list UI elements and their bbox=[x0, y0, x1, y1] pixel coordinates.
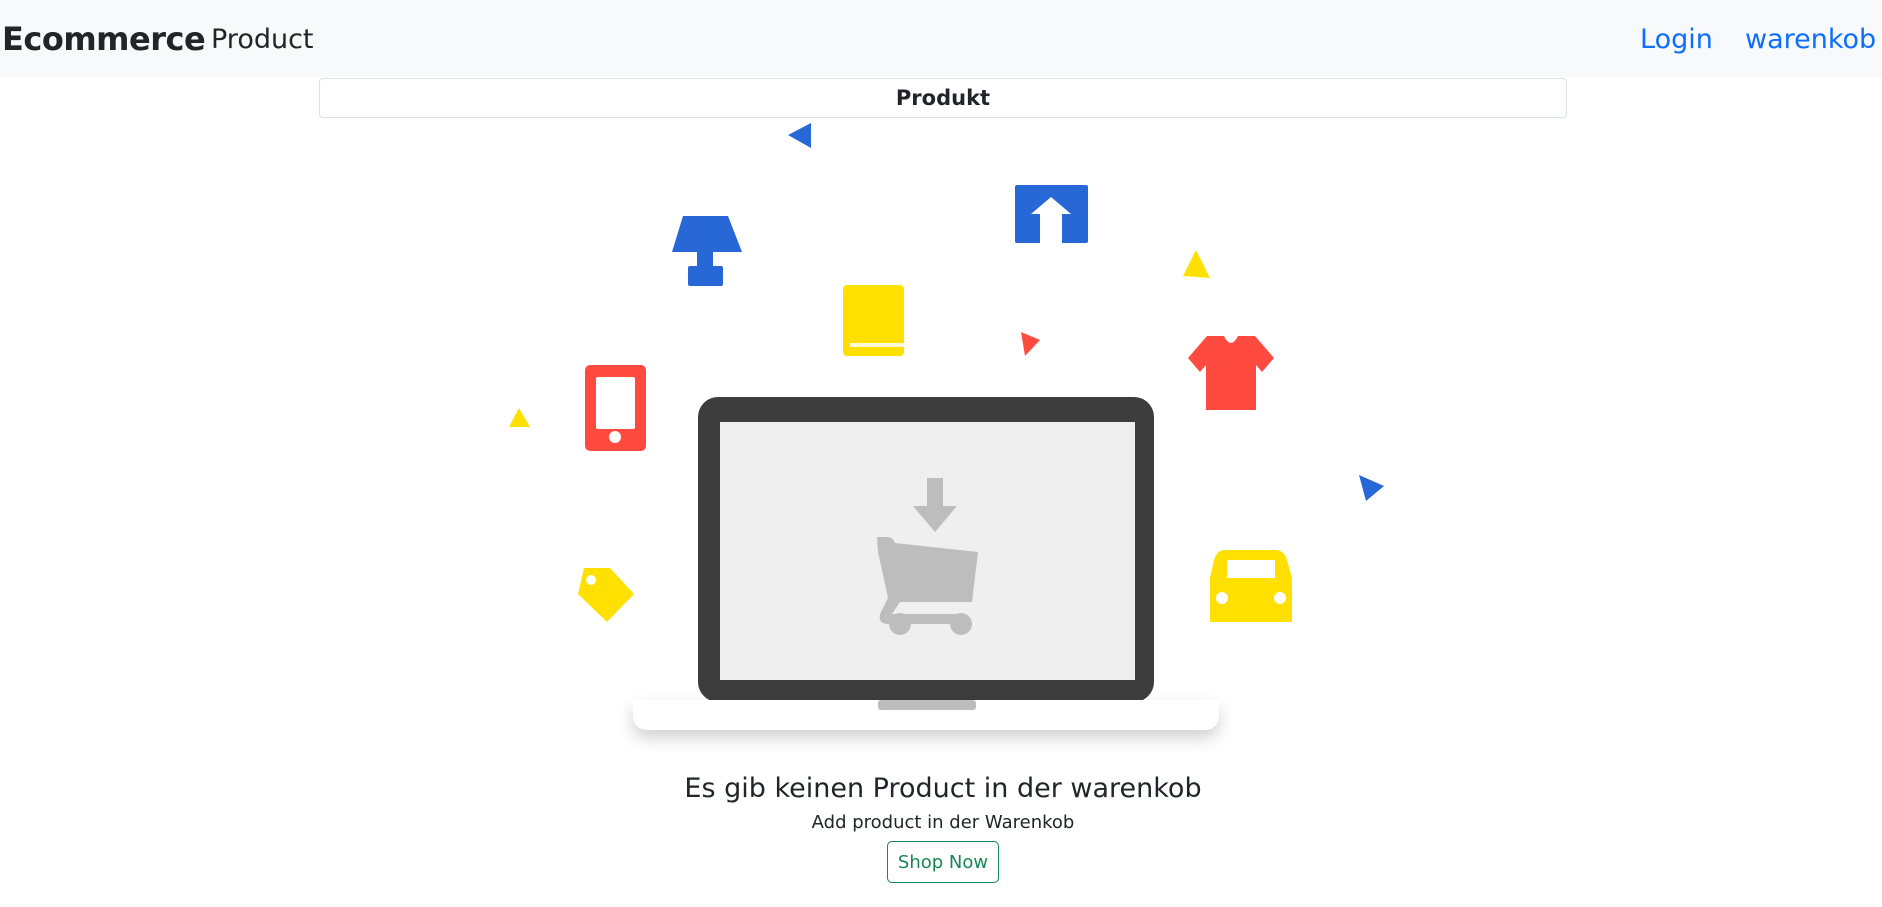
card-header: Produkt bbox=[319, 78, 1567, 118]
red-triangle-center bbox=[1021, 332, 1040, 356]
price-tag-icon bbox=[578, 568, 634, 622]
brand-logo[interactable]: Ecommerce bbox=[2, 20, 206, 58]
phone-icon bbox=[585, 365, 646, 451]
tshirt-icon bbox=[1188, 336, 1274, 410]
empty-cart-subtitle: Add product in der Warenkob bbox=[811, 812, 1075, 833]
car-icon bbox=[1210, 550, 1292, 622]
empty-cart-title: Es gib keinen Product in der warenkob bbox=[684, 773, 1202, 804]
yellow-triangle-left bbox=[509, 408, 530, 427]
shopping-cart-icon bbox=[877, 478, 978, 635]
top-navbar: Ecommerce Product Login warenkob bbox=[0, 0, 1882, 77]
nav-link-product[interactable]: Product bbox=[211, 24, 314, 55]
empty-cart-illustration bbox=[509, 123, 1384, 730]
shop-now-button[interactable]: Shop Now bbox=[887, 841, 999, 883]
lamp-icon bbox=[672, 216, 742, 286]
nav-link-cart[interactable]: warenkob bbox=[1745, 24, 1876, 55]
blue-triangle-top bbox=[788, 123, 811, 148]
laptop bbox=[633, 397, 1219, 730]
nav-link-login[interactable]: Login bbox=[1640, 24, 1713, 55]
yellow-triangle-right bbox=[1183, 250, 1210, 278]
blue-triangle-right bbox=[1359, 475, 1384, 501]
book-icon bbox=[843, 285, 904, 356]
upload-box-icon bbox=[1015, 185, 1088, 243]
